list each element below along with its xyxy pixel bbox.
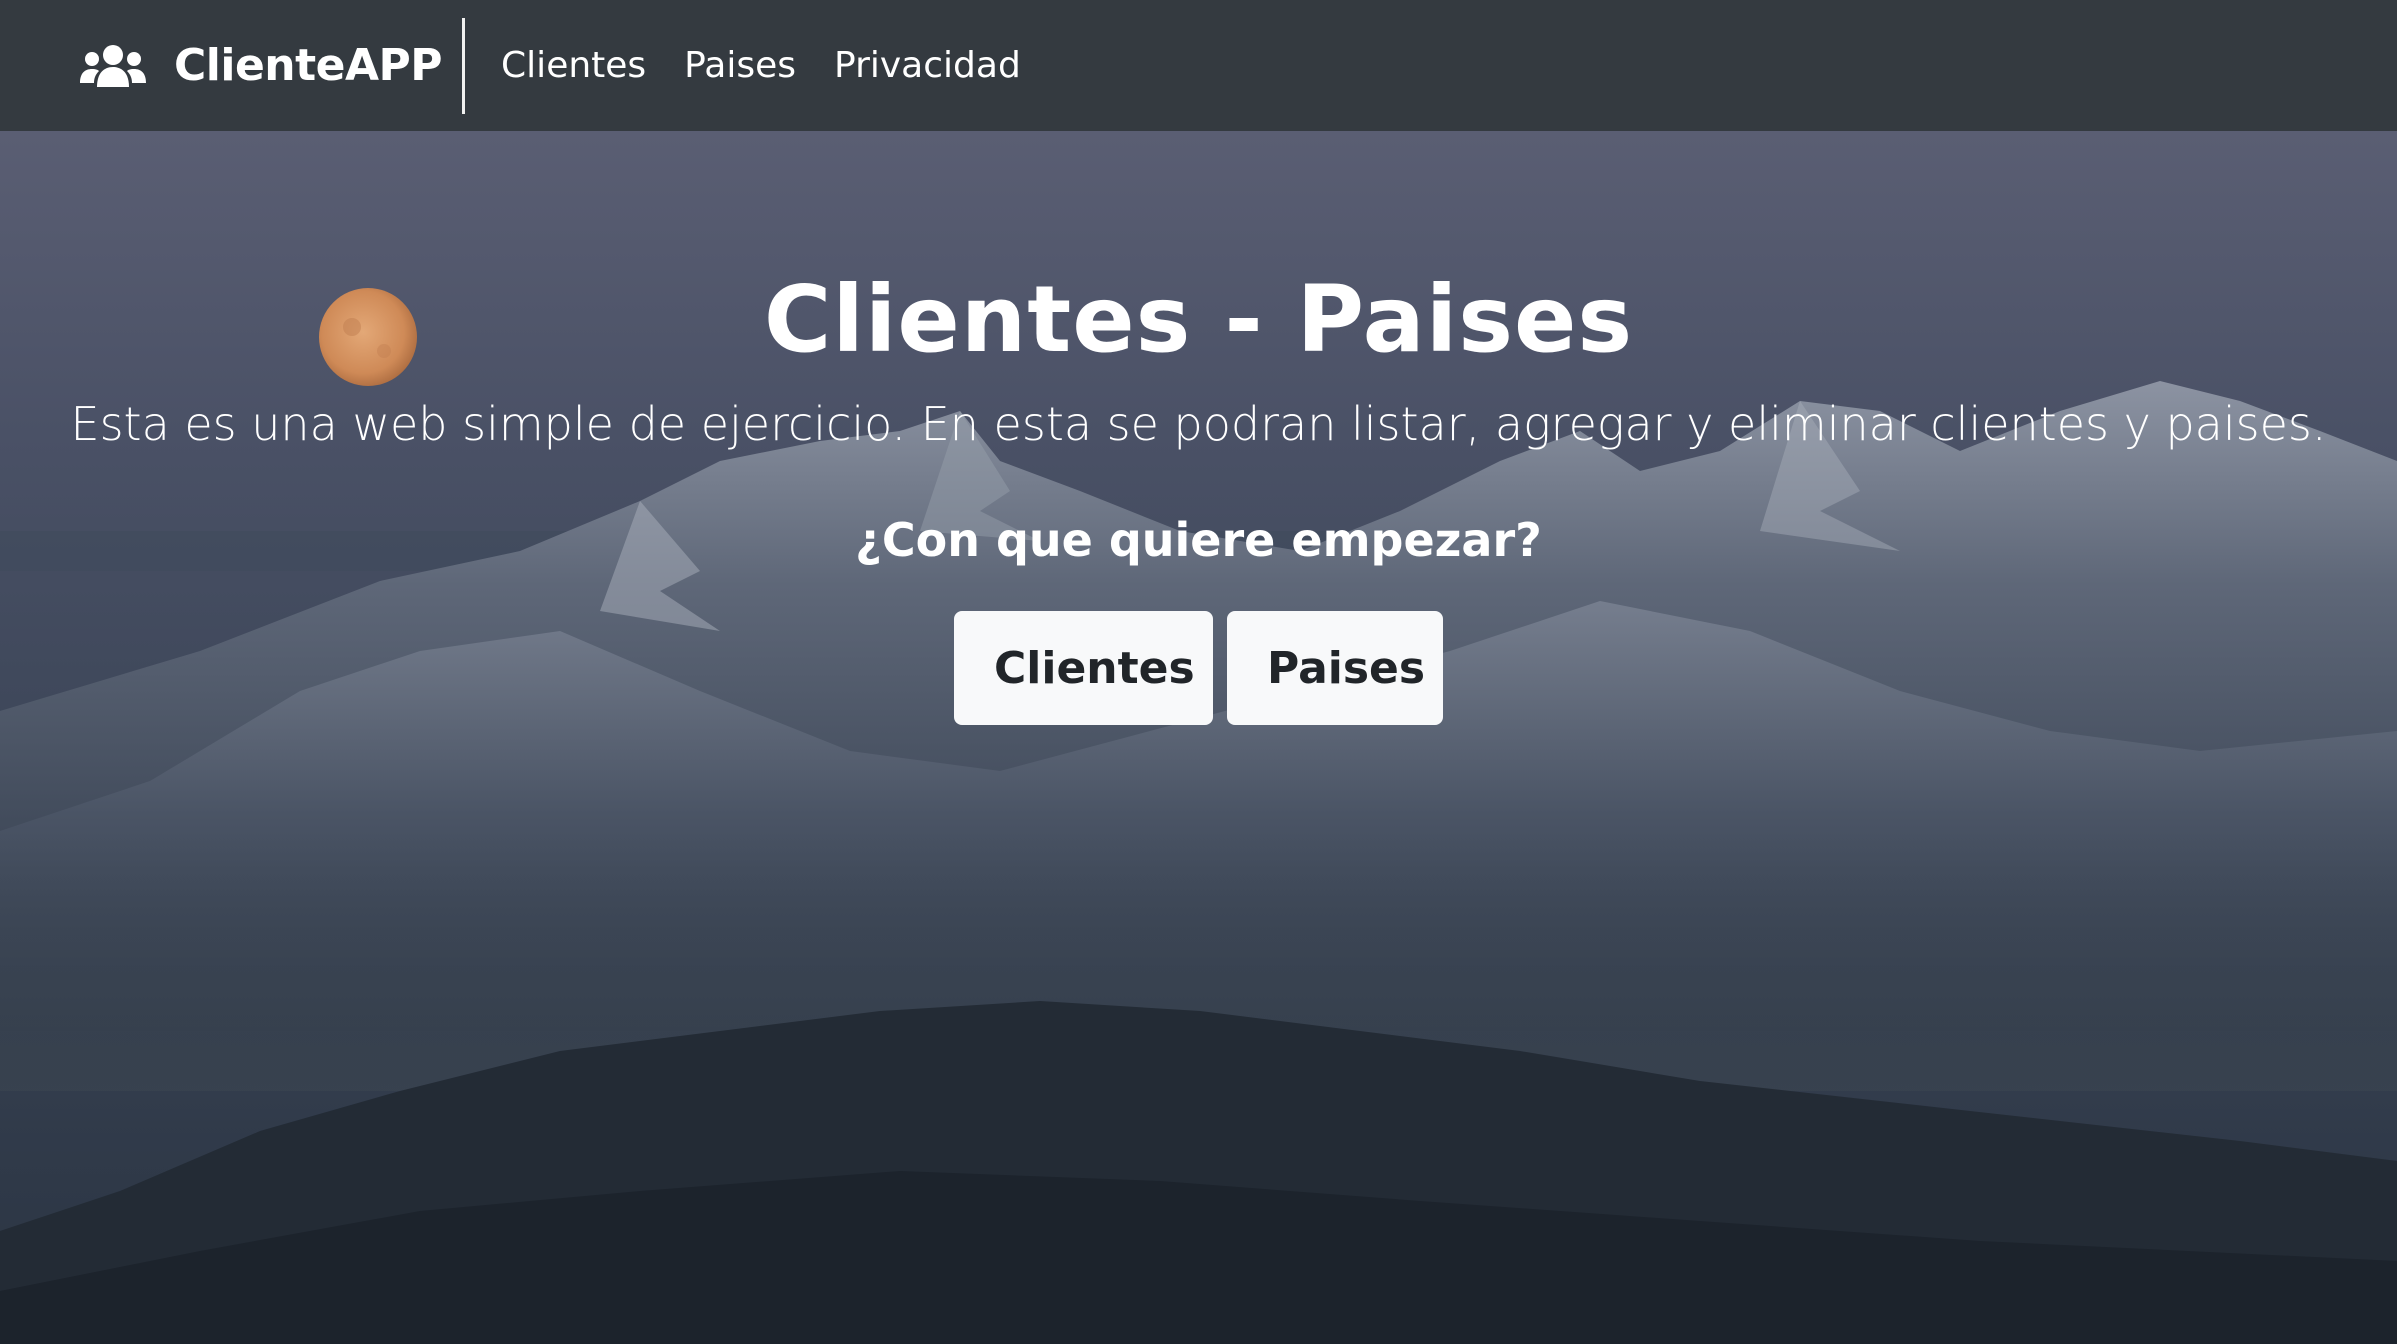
nav-link-paises[interactable]: Paises [684,45,796,86]
brand-link[interactable]: ClienteAPP [80,17,466,114]
hero-question: ¿Con que quiere empezar? [855,513,1542,567]
hero-description: Esta es una web simple de ejercicio. En … [70,397,2327,451]
navbar: ClienteAPP Clientes Paises Privacidad [0,0,2397,131]
users-icon [80,44,146,87]
page-title: Clientes - Paises [763,266,1634,373]
hero-buttons: Clientes Paises [0,611,2397,725]
nav-link-privacidad[interactable]: Privacidad [834,45,1021,86]
paises-button[interactable]: Paises [1227,611,1443,725]
page: ClienteAPP Clientes Paises Privacidad Cl… [0,0,2397,1344]
nav-links: Clientes Paises Privacidad [501,45,1059,86]
nav-link-clientes[interactable]: Clientes [501,45,646,86]
hero-section: Clientes - Paises Esta es una web simple… [0,131,2397,1344]
clientes-button[interactable]: Clientes [954,611,1213,725]
brand-name: ClienteAPP [174,40,443,91]
